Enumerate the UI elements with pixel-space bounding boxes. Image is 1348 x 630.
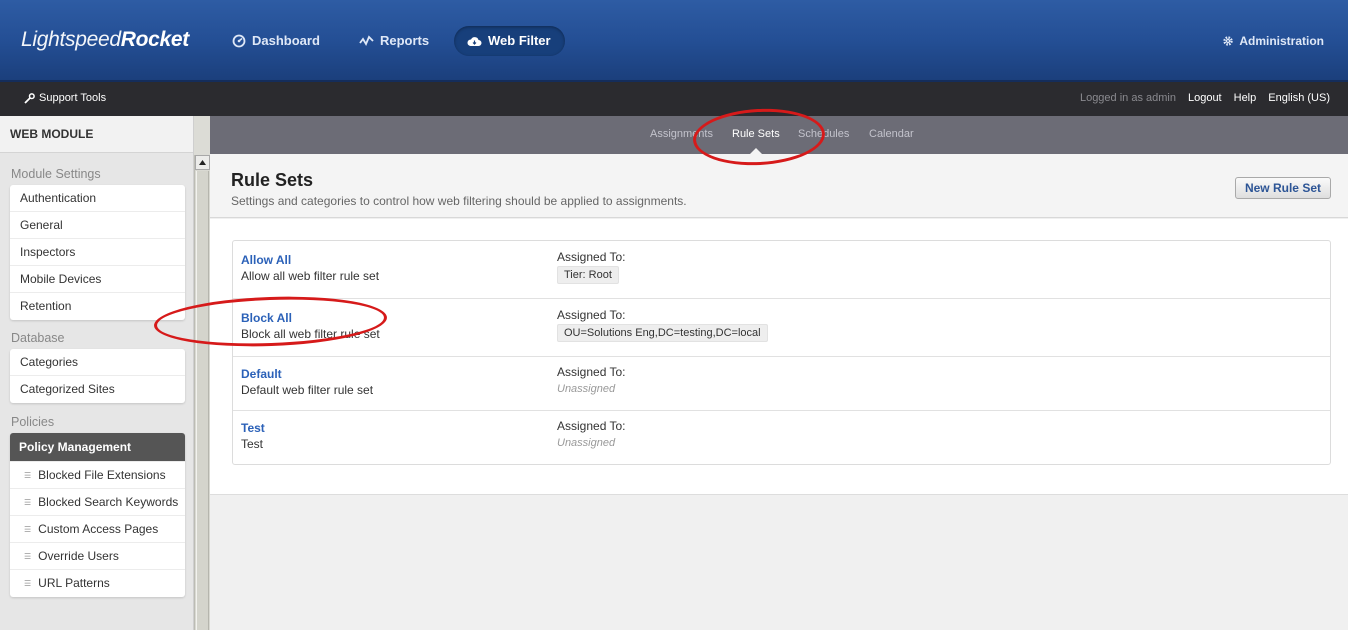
assigned-to-label: Assigned To: bbox=[557, 250, 626, 264]
rule-set-row[interactable]: Allow All Allow all web filter rule set … bbox=[233, 241, 1330, 299]
sidebar: WEB MODULE Module Settings Authenticatio… bbox=[0, 116, 194, 630]
rule-set-description: Allow all web filter rule set bbox=[241, 269, 380, 283]
sidebar-item-categories[interactable]: Categories bbox=[10, 349, 185, 376]
assigned-to-none: Unassigned bbox=[557, 437, 616, 449]
policies-list: Policy Management ☰ Blocked File Extensi… bbox=[10, 433, 185, 597]
list-icon: ☰ bbox=[24, 551, 32, 561]
scrollbar-gap bbox=[194, 116, 210, 155]
reports-icon bbox=[359, 35, 374, 46]
list-icon: ☰ bbox=[24, 579, 32, 588]
tab-calendar[interactable]: Calendar bbox=[869, 128, 914, 140]
sidebar-item-custom-access-pages[interactable]: ☰ Custom Access Pages bbox=[10, 516, 185, 543]
page-subtitle: Settings and categories to control how w… bbox=[231, 194, 687, 208]
nav-reports[interactable]: Reports bbox=[347, 26, 441, 56]
list-icon: ☰ bbox=[24, 524, 32, 534]
assigned-to-label: Assigned To: bbox=[557, 308, 626, 322]
page-title: Rule Sets bbox=[231, 170, 314, 190]
sidebar-item-blocked-search-keywords[interactable]: ☰ Blocked Search Keywords bbox=[10, 489, 185, 516]
sidebar-item-label: Custom Access Pages bbox=[38, 521, 159, 536]
assigned-to-label: Assigned To: bbox=[557, 419, 626, 433]
logo-light-text: Lightspeed bbox=[21, 28, 121, 51]
rule-set-row[interactable]: Default Default web filter rule set Assi… bbox=[233, 357, 1330, 411]
top-header: LightspeedRocket Dashboard Reports Web F… bbox=[0, 0, 1348, 82]
sidebar-item-override-users[interactable]: ☰ Override Users bbox=[10, 543, 185, 570]
sidebar-item-blocked-file-extensions[interactable]: ☰ Blocked File Extensions bbox=[10, 462, 185, 489]
list-icon: ☰ bbox=[24, 497, 32, 507]
rule-set-name-link[interactable]: Default bbox=[241, 367, 282, 381]
logged-in-text: Logged in as admin bbox=[1079, 92, 1176, 104]
scroll-up-button[interactable] bbox=[195, 155, 210, 170]
assigned-to-label: Assigned To: bbox=[557, 365, 626, 379]
arrow-up-icon bbox=[199, 160, 206, 165]
rule-set-name-link[interactable]: Allow All bbox=[241, 253, 291, 267]
module-settings-list: Authentication General Inspectors Mobile… bbox=[10, 185, 185, 320]
sidebar-item-url-patterns[interactable]: ☰ URL Patterns bbox=[10, 570, 185, 597]
sidebar-item-inspectors[interactable]: Inspectors bbox=[10, 239, 185, 266]
nav-web-filter-label: Web Filter bbox=[488, 33, 551, 48]
cloud-icon bbox=[467, 36, 482, 46]
nav-dashboard-label: Dashboard bbox=[252, 33, 320, 48]
rule-set-row[interactable]: Block All Block all web filter rule set … bbox=[233, 299, 1330, 357]
nav-dashboard[interactable]: Dashboard bbox=[220, 26, 332, 56]
support-tools-label: Support Tools bbox=[39, 92, 107, 104]
sidebar-scrollbar[interactable] bbox=[194, 155, 210, 630]
gear-icon bbox=[1223, 36, 1234, 46]
section-policies: Policies bbox=[11, 415, 55, 429]
main-content: Rule Sets Settings and categories to con… bbox=[210, 154, 1348, 630]
database-list: Categories Categorized Sites bbox=[10, 349, 185, 403]
support-tools-link[interactable]: Support Tools bbox=[24, 92, 106, 104]
assigned-to-none: Unassigned bbox=[557, 383, 616, 395]
logo-bold-text: Rocket bbox=[120, 28, 190, 51]
wrench-icon bbox=[24, 92, 35, 104]
sidebar-item-label: URL Patterns bbox=[38, 576, 110, 590]
section-module-settings: Module Settings bbox=[11, 167, 101, 181]
user-links: Logged in as admin Logout Help English (… bbox=[1080, 92, 1330, 104]
logout-link[interactable]: Logout bbox=[1188, 92, 1222, 104]
sidebar-item-mobile-devices[interactable]: Mobile Devices bbox=[10, 266, 185, 293]
language-link[interactable]: English (US) bbox=[1268, 92, 1330, 104]
sidebar-item-policy-management[interactable]: Policy Management bbox=[10, 433, 185, 462]
assigned-to-tag: Tier: Root bbox=[557, 266, 619, 284]
secondary-bar: Support Tools Logged in as admin Logout … bbox=[0, 82, 1348, 116]
rule-set-name-link[interactable]: Test bbox=[241, 421, 265, 435]
rule-set-row[interactable]: Test Test Assigned To: Unassigned bbox=[233, 411, 1330, 464]
nav-reports-label: Reports bbox=[380, 33, 430, 48]
page-header: Rule Sets Settings and categories to con… bbox=[210, 154, 1348, 218]
sidebar-item-general[interactable]: General bbox=[10, 212, 185, 239]
administration-label: Administration bbox=[1239, 34, 1324, 48]
nav-web-filter[interactable]: Web Filter bbox=[454, 26, 565, 56]
empty-area bbox=[210, 496, 1348, 630]
assigned-to-tag: OU=Solutions Eng,DC=testing,DC=local bbox=[557, 324, 768, 342]
rule-sets-area: Allow All Allow all web filter rule set … bbox=[210, 219, 1348, 495]
sidebar-item-retention[interactable]: Retention bbox=[10, 293, 185, 320]
app-logo[interactable]: LightspeedRocket bbox=[21, 28, 189, 52]
rule-sets-list: Allow All Allow all web filter rule set … bbox=[232, 240, 1331, 465]
new-rule-set-button[interactable]: New Rule Set bbox=[1234, 177, 1331, 199]
sidebar-item-label: Blocked Search Keywords bbox=[38, 494, 179, 509]
sidebar-item-authentication[interactable]: Authentication bbox=[10, 185, 185, 212]
sidebar-item-label: Override Users bbox=[38, 548, 119, 563]
help-link[interactable]: Help bbox=[1234, 92, 1257, 104]
scroll-thumb[interactable] bbox=[196, 171, 209, 630]
rule-set-description: Default web filter rule set bbox=[241, 383, 374, 397]
rule-set-description: Test bbox=[241, 437, 264, 451]
administration-link[interactable]: Administration bbox=[1222, 26, 1324, 56]
dashboard-icon bbox=[232, 34, 246, 48]
sidebar-title: WEB MODULE bbox=[0, 116, 193, 153]
sidebar-item-categorized-sites[interactable]: Categorized Sites bbox=[10, 376, 185, 403]
list-icon: ☰ bbox=[24, 470, 32, 480]
sidebar-item-label: Blocked File Extensions bbox=[38, 467, 166, 482]
